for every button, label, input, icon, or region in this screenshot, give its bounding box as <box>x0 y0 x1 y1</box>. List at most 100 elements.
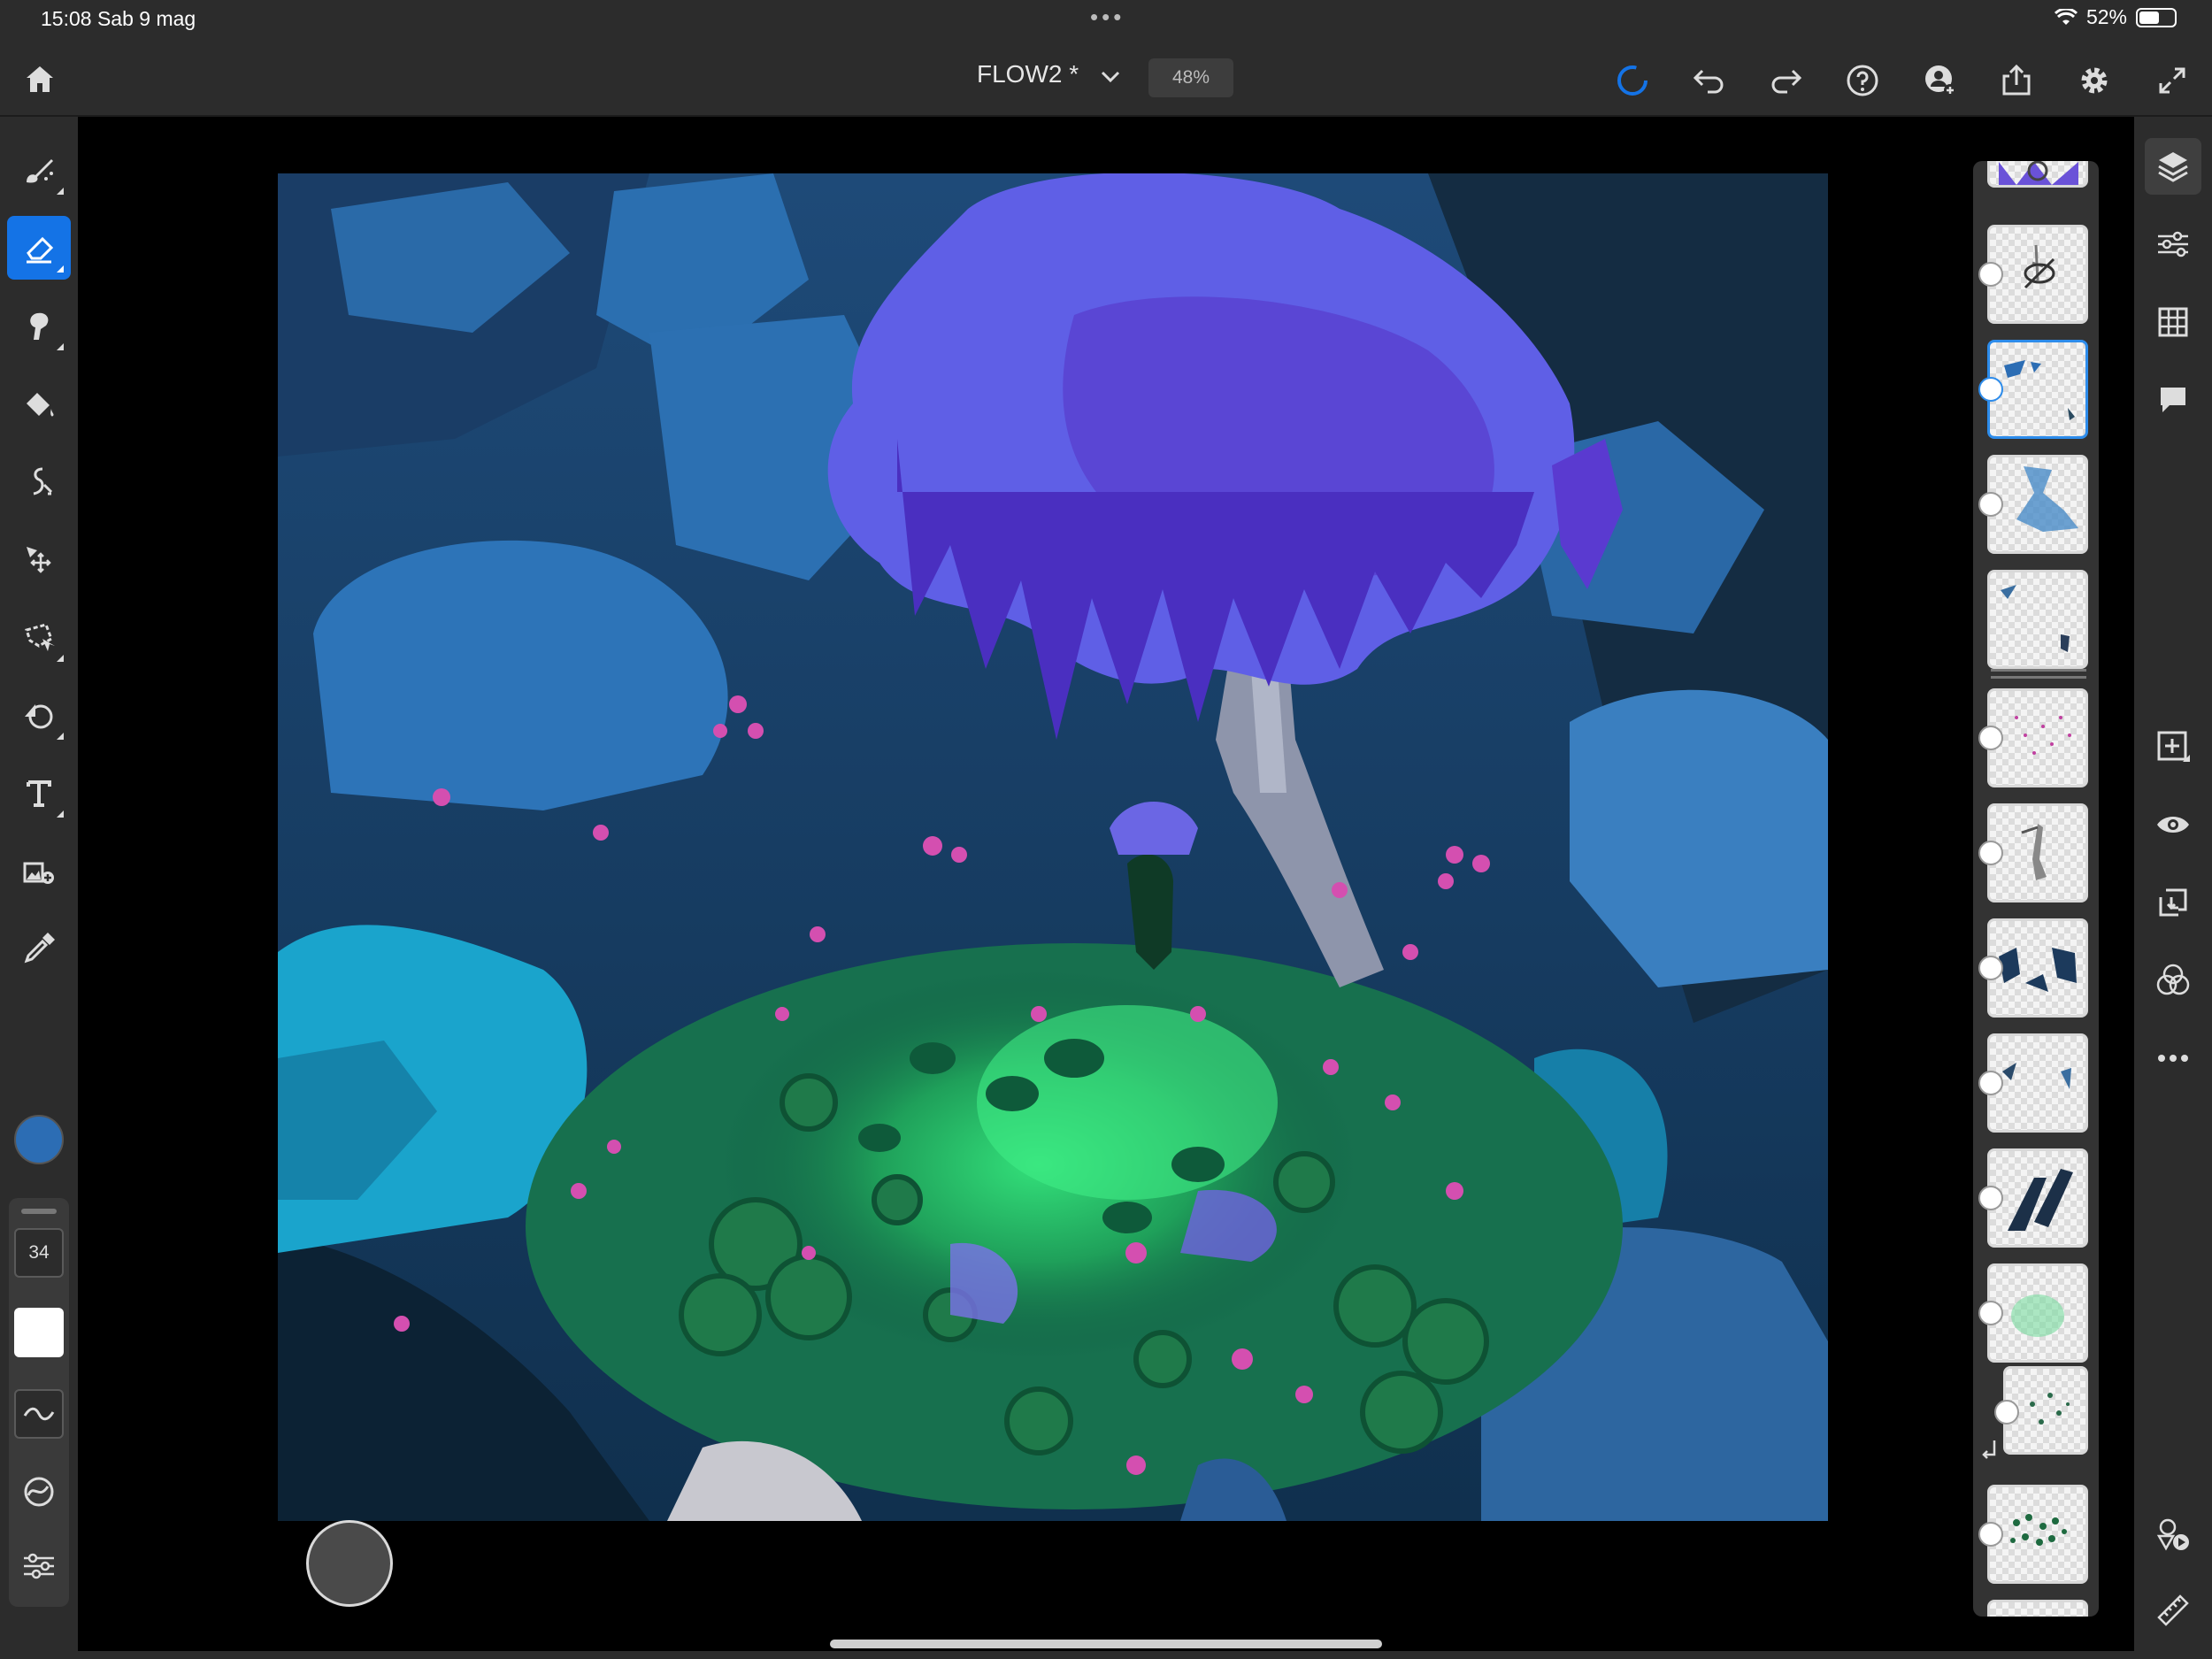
layer-drag-handle[interactable] <box>1978 1522 2003 1547</box>
layer-thumbnail-14[interactable] <box>1987 1600 2088 1617</box>
lasso-select-tool-icon <box>25 623 55 651</box>
more-options-icon <box>2158 1055 2188 1062</box>
zoom-level[interactable]: 48% <box>1148 58 1233 97</box>
layer-drag-handle[interactable] <box>1978 1301 2003 1325</box>
blend-mode-button[interactable] <box>2145 952 2201 1009</box>
brush-opacity[interactable] <box>14 1308 64 1357</box>
clipping-mask-arrow-icon <box>1982 1440 1996 1459</box>
layer-drag-handle[interactable] <box>1978 841 2003 865</box>
layer-thumbnail-5[interactable] <box>1987 570 2088 669</box>
layer-preview <box>2021 824 2047 880</box>
right-toolbar <box>2134 117 2212 1659</box>
brush-size[interactable]: 34 <box>14 1228 64 1278</box>
layer-preview <box>2008 1169 2073 1231</box>
redo-button[interactable] <box>1766 60 1807 101</box>
lasso-select-tool[interactable] <box>7 605 71 669</box>
painting-image <box>278 173 1828 1521</box>
layer-drag-handle[interactable] <box>1994 1400 2019 1425</box>
grid-icon <box>2158 307 2188 337</box>
layer-drag-handle[interactable] <box>1978 262 2003 287</box>
layer-preview <box>2001 585 2070 652</box>
grid-button[interactable] <box>2145 294 2201 350</box>
battery-icon <box>2136 7 2177 27</box>
brush-tool-icon <box>27 159 53 183</box>
add-layer-icon <box>2157 731 2190 762</box>
layer-drag-handle[interactable] <box>1978 956 2003 980</box>
canvas-artwork[interactable] <box>278 173 1828 1521</box>
layer-properties-button[interactable] <box>2145 216 2201 273</box>
smudge-tool-icon <box>30 312 49 340</box>
document-title[interactable]: FLOW2 * <box>977 60 1079 88</box>
brush-pressure-button[interactable] <box>14 1467 64 1517</box>
layer-properties-icon <box>2158 231 2188 257</box>
smudge-tool[interactable] <box>7 294 71 357</box>
layer-preview <box>2024 244 2055 289</box>
wave-icon <box>23 1407 55 1421</box>
brush-flow-button[interactable] <box>14 1389 64 1439</box>
liquify-tool[interactable] <box>7 449 71 513</box>
undo-icon <box>1693 69 1724 94</box>
merge-down-icon <box>2159 888 2187 917</box>
share-button[interactable] <box>1996 60 2037 101</box>
touch-modifier-button[interactable] <box>306 1520 393 1607</box>
left-toolbar: 34 <box>0 117 78 1659</box>
blend-mode-icon <box>2156 964 2190 995</box>
visibility-icon <box>2157 817 2189 833</box>
layer-thumbnail-1[interactable] <box>1987 161 2088 188</box>
text-tool[interactable] <box>7 761 71 825</box>
layer-drag-handle[interactable] <box>1978 1071 2003 1095</box>
pressure-icon <box>24 1477 54 1507</box>
layer-drag-handle[interactable] <box>1978 377 2003 402</box>
wifi-icon <box>2054 8 2078 25</box>
home-icon <box>27 66 53 92</box>
help-icon <box>1847 65 1878 96</box>
settings-button[interactable] <box>2074 60 2115 101</box>
brush-tool[interactable] <box>7 138 71 202</box>
ruler-button[interactable] <box>2145 1582 2201 1639</box>
top-bar: FLOW2 * 48% <box>0 39 2212 117</box>
layer-drag-handle[interactable] <box>1978 726 2003 750</box>
eyedropper-tool-icon <box>24 933 55 964</box>
multitask-dots[interactable]: ••• <box>1090 4 1125 31</box>
layer-drag-handle[interactable] <box>1978 492 2003 517</box>
invite-user-icon <box>1925 65 1956 96</box>
home-indicator[interactable] <box>830 1640 1382 1648</box>
layer-drag-handle[interactable] <box>1978 1186 2003 1210</box>
transform-tool[interactable] <box>7 527 71 591</box>
fullscreen-button[interactable] <box>2152 60 2193 101</box>
more-options-button[interactable] <box>2145 1030 2201 1087</box>
place-image-tool-icon <box>23 862 54 884</box>
shapes-play-button[interactable] <box>2145 1506 2201 1563</box>
eyedropper-tool[interactable] <box>7 917 71 980</box>
bottom-edge <box>78 1651 2134 1659</box>
help-button[interactable] <box>1842 60 1883 101</box>
shape-tool[interactable] <box>7 683 71 747</box>
current-color-swatch[interactable] <box>14 1115 64 1164</box>
battery-level <box>2139 11 2159 24</box>
comments-button[interactable] <box>2145 372 2201 428</box>
panel-grab-handle[interactable] <box>21 1209 57 1214</box>
eraser-tool-icon <box>27 236 54 264</box>
add-layer-button[interactable] <box>2145 718 2201 775</box>
fill-tool-icon <box>27 393 54 417</box>
invite-button[interactable] <box>1920 60 1961 101</box>
undo-button[interactable] <box>1688 60 1729 101</box>
battery-percent: 52% <box>2085 5 2127 28</box>
home-button[interactable] <box>19 58 60 99</box>
comments-icon <box>2161 388 2185 412</box>
brush-settings-button[interactable] <box>14 1541 64 1591</box>
place-image-tool[interactable] <box>7 839 71 902</box>
sync-spinner-icon <box>1617 65 1647 96</box>
gear-icon <box>2081 67 2108 94</box>
redo-icon <box>1771 69 1802 94</box>
layer-preview <box>2004 360 2075 420</box>
layers-icon <box>2158 152 2188 182</box>
eraser-tool[interactable] <box>7 216 71 280</box>
document-menu-button[interactable] <box>1097 64 1124 90</box>
expand-icon <box>2159 67 2185 94</box>
layers-panel-button[interactable] <box>2145 138 2201 195</box>
status-right: 52% <box>2054 5 2177 29</box>
visibility-button[interactable] <box>2145 796 2201 853</box>
fill-tool[interactable] <box>7 372 71 435</box>
merge-down-button[interactable] <box>2145 874 2201 931</box>
